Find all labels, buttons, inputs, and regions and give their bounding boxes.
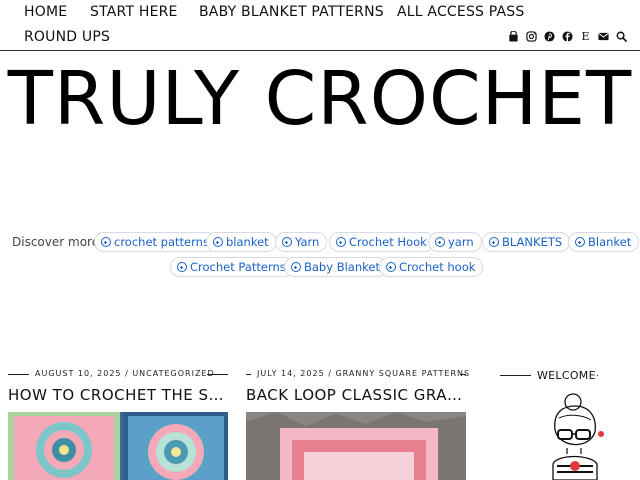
post-title[interactable]: HOW TO CROCHET THE SUNB... (8, 386, 228, 404)
discover-chip[interactable]: Blanket (568, 232, 640, 252)
nav-round-ups-link[interactable]: ROUND UPS (24, 29, 110, 45)
etsy-icon[interactable]: E (580, 31, 591, 42)
sidebar-widget-header: WELCOME (500, 368, 598, 384)
discover-chip[interactable]: blanket (206, 232, 277, 252)
meta-divider (460, 374, 466, 375)
plus-circle-icon (177, 262, 187, 272)
discover-chip[interactable]: Crochet hook (379, 257, 484, 277)
chip-label: crochet patterns (114, 235, 209, 249)
meta-divider (246, 374, 251, 375)
plus-circle-icon (336, 237, 346, 247)
social-icons: E (508, 31, 627, 42)
discover-more-label: Discover more (12, 235, 100, 249)
search-icon[interactable] (616, 31, 627, 42)
post-category[interactable]: GRANNY SQUARE PATTERNS (335, 369, 470, 378)
plus-circle-icon (489, 237, 499, 247)
post-meta: JULY 14, 2025 / GRANNY SQUARE PATTERNS (246, 367, 469, 383)
nav-home-link[interactable]: HOME (24, 4, 67, 20)
plus-circle-icon (291, 262, 301, 272)
widget-divider (500, 375, 531, 376)
chip-label: Yarn (295, 235, 320, 249)
meta-divider (207, 374, 228, 375)
post-thumbnail[interactable] (246, 412, 466, 480)
nav-start-here-link[interactable]: START HERE (90, 4, 178, 20)
discover-chip[interactable]: BLANKETS (482, 232, 571, 252)
discover-chip[interactable]: Crochet Hook (329, 232, 435, 252)
shopping-bag-icon[interactable] (508, 31, 519, 42)
discover-chip[interactable]: Crochet Patterns (170, 257, 294, 277)
discover-chip[interactable]: Baby Blanket (284, 257, 388, 277)
chip-label: blanket (226, 235, 269, 249)
pinterest-icon[interactable] (544, 31, 555, 42)
chip-label: Crochet hook (399, 260, 476, 274)
chip-label: Crochet Hook (349, 235, 427, 249)
chip-label: Blanket (588, 235, 632, 249)
plus-circle-icon (213, 237, 223, 247)
post-meta: AUGUST 10, 2025 / UNCATEGORIZED (8, 367, 228, 383)
author-avatar-illustration (545, 390, 607, 480)
post-category[interactable]: UNCATEGORIZED (132, 369, 214, 378)
meta-divider (8, 374, 29, 375)
instagram-icon[interactable] (526, 31, 537, 42)
top-navigation: HOME START HERE BABY BLANKET PATTERNS AL… (0, 0, 640, 51)
facebook-icon[interactable] (562, 31, 573, 42)
plus-circle-icon (386, 262, 396, 272)
discover-chip[interactable]: crochet patterns (94, 232, 217, 252)
post-thumbnail[interactable] (8, 412, 228, 480)
chip-label: BLANKETS (502, 235, 563, 249)
email-icon[interactable] (598, 31, 609, 42)
plus-circle-icon (282, 237, 292, 247)
nav-baby-blanket-patterns-link[interactable]: BABY BLANKET PATTERNS (199, 4, 384, 20)
site-logo[interactable]: TRULY CROCHET (0, 54, 640, 144)
chip-label: Crochet Patterns (190, 260, 286, 274)
chip-label: yarn (448, 235, 474, 249)
plus-circle-icon (575, 237, 585, 247)
nav-all-access-pass-link[interactable]: ALL ACCESS PASS (397, 4, 524, 20)
welcome-title: WELCOME (537, 369, 596, 382)
discover-chip[interactable]: yarn (428, 232, 482, 252)
post-title[interactable]: BACK LOOP CLASSIC GRANNY ... (246, 386, 466, 404)
post-date: JULY 14, 2025 / GRANNY SQUARE PATTERNS (257, 369, 471, 378)
plus-circle-icon (101, 237, 111, 247)
plus-circle-icon (435, 237, 445, 247)
widget-divider (597, 375, 598, 376)
chip-label: Baby Blanket (304, 260, 380, 274)
discover-chip[interactable]: Yarn (275, 232, 328, 252)
post-date: AUGUST 10, 2025 / UNCATEGORIZED (35, 369, 215, 378)
